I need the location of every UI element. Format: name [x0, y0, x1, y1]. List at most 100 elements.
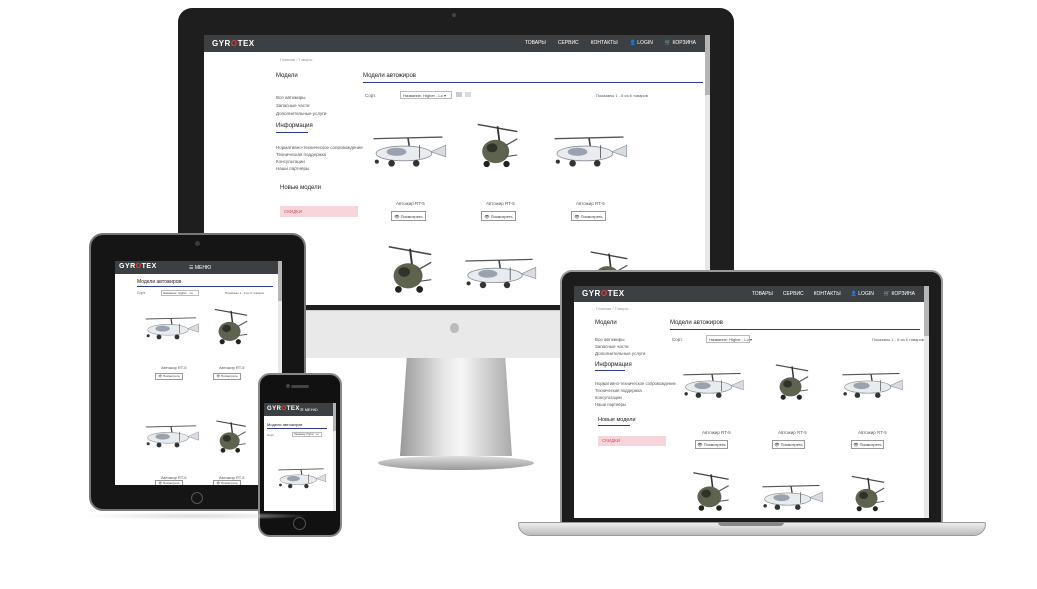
- sort-select[interactable]: Название: Higher - Lo ▾: [400, 91, 452, 99]
- product-name[interactable]: Автожир RT-5: [219, 365, 245, 370]
- title-underline: [137, 286, 273, 287]
- breadcrumb[interactable]: Главная / Товары: [280, 57, 312, 62]
- product-image[interactable]: [209, 305, 253, 349]
- sort-select[interactable]: Название: Higher - Lo: [161, 290, 199, 296]
- product-image[interactable]: [548, 130, 630, 172]
- menu-toggle-button[interactable]: ☰ МЕНЮ: [300, 407, 318, 412]
- sidebar-item[interactable]: Все автожиры: [595, 337, 625, 342]
- camera-dot: [195, 241, 200, 246]
- menu-toggle-button[interactable]: ☰ МЕНЮ: [189, 265, 211, 271]
- speaker-grille: [291, 385, 309, 388]
- product-name[interactable]: Автожир RT-5: [161, 365, 187, 370]
- breadcrumb[interactable]: Главная / Товары: [596, 306, 628, 311]
- scrollbar[interactable]: [705, 35, 710, 305]
- view-button[interactable]: 👁 Посмотреть: [481, 211, 516, 221]
- product-name[interactable]: Автожир RT-5: [396, 201, 425, 206]
- nav-login[interactable]: 👤 LOGIN: [851, 291, 874, 297]
- sort-label: Сорт.: [267, 433, 275, 437]
- sidebar-item[interactable]: Дополнительные услуги: [276, 111, 326, 116]
- monitor-stand: [378, 358, 534, 478]
- apple-logo-icon: [450, 323, 459, 333]
- phone-screen: GYROTEX ☰ МЕНЮ Модели автожиров Сорт. На…: [264, 403, 336, 511]
- view-button[interactable]: 👁 Посмотреть: [213, 480, 241, 485]
- sidebar-item[interactable]: Нормативно-техническое сопровождение: [595, 381, 676, 386]
- grid-view-icon[interactable]: [456, 92, 462, 97]
- nav-products[interactable]: ТОВАРЫ: [525, 40, 546, 46]
- divider: [276, 132, 308, 133]
- product-image[interactable]: [677, 368, 747, 402]
- product-name[interactable]: Автожир RT-5: [858, 430, 887, 435]
- scrollbar[interactable]: [924, 286, 929, 518]
- product-image[interactable]: [141, 421, 201, 451]
- product-image[interactable]: [686, 468, 736, 516]
- laptop-screen: GYROTEX ТОВАРЫ СЕРВИС КОНТАКТЫ 👤 LOGIN 🛒…: [574, 286, 929, 518]
- nav-products[interactable]: ТОВАРЫ: [752, 291, 773, 297]
- nav-login[interactable]: 👤 LOGIN: [630, 40, 653, 46]
- title-underline: [363, 82, 703, 83]
- sidebar-item[interactable]: Все автожиры: [276, 95, 306, 100]
- product-image[interactable]: [846, 472, 890, 516]
- sort-select[interactable]: Название: Higher - Lo: [292, 432, 322, 437]
- product-image[interactable]: [470, 119, 525, 173]
- nav-service[interactable]: СЕРВИС: [783, 291, 804, 297]
- nav-contacts[interactable]: КОНТАКТЫ: [814, 291, 841, 297]
- nav-cart[interactable]: 🛒 КОРЗИНА: [884, 291, 915, 297]
- product-image[interactable]: [367, 130, 449, 172]
- view-button[interactable]: 👁 Посмотреть: [571, 211, 606, 221]
- product-image[interactable]: [756, 480, 826, 514]
- site-logo[interactable]: GYROTEX: [582, 289, 625, 298]
- sidebar-item[interactable]: Запасные части: [276, 103, 310, 108]
- product-name[interactable]: Автожир RT-5: [486, 201, 515, 206]
- product-name[interactable]: Автожир RT-5: [702, 430, 731, 435]
- product-image[interactable]: [211, 417, 251, 457]
- view-button[interactable]: 👁 Посмотреть: [695, 440, 728, 449]
- sidebar-item[interactable]: Техническая поддержка: [595, 388, 642, 393]
- view-button[interactable]: 👁 Посмотреть: [851, 440, 884, 449]
- list-view-icon[interactable]: [465, 92, 471, 97]
- sort-label: Сорт.: [365, 93, 376, 98]
- view-button[interactable]: 👁 Посмотреть: [155, 373, 183, 380]
- scrollbar[interactable]: [333, 403, 336, 511]
- sidebar-item[interactable]: Дополнительные услуги: [595, 351, 645, 356]
- sidebar-item[interactable]: Наши партнёры: [595, 402, 626, 407]
- sidebar-item[interactable]: Консультации: [276, 159, 305, 164]
- content-title: Модели автожиров: [137, 279, 182, 285]
- divider: [598, 425, 630, 426]
- sidebar-item[interactable]: Нормативно-техническое сопровождение: [276, 145, 363, 150]
- nav-service[interactable]: СЕРВИС: [558, 40, 579, 46]
- sidebar-models-title: Модели: [595, 320, 617, 326]
- product-image[interactable]: [274, 463, 328, 493]
- product-name[interactable]: Автожир RT-5: [576, 201, 605, 206]
- product-image[interactable]: [458, 253, 540, 293]
- site-logo[interactable]: GYROTEX: [119, 263, 157, 270]
- nav-cart[interactable]: 🛒 КОРЗИНА: [665, 40, 696, 46]
- product-image[interactable]: [770, 360, 814, 405]
- sidebar-info-title: Информация: [595, 362, 632, 368]
- site-logo[interactable]: GYROTEX: [212, 39, 255, 48]
- site-header: GYROTEX ☰ МЕНЮ: [115, 261, 282, 274]
- view-button[interactable]: 👁 Посмотреть: [213, 373, 241, 380]
- view-button[interactable]: 👁 Посмотреть: [772, 440, 805, 449]
- product-image[interactable]: [141, 311, 201, 345]
- sidebar-item[interactable]: Запасные части: [595, 344, 629, 349]
- view-button[interactable]: 👁 Посмотреть: [391, 211, 426, 221]
- site-logo[interactable]: GYROTEX: [267, 406, 300, 412]
- sort-select[interactable]: Название: Higher - Lo ▾: [706, 335, 752, 343]
- title-underline: [670, 329, 920, 330]
- product-name[interactable]: Автожир RT-5: [778, 430, 807, 435]
- home-button[interactable]: [191, 492, 203, 504]
- sidebar-item[interactable]: Наши партнёры: [276, 166, 309, 171]
- sidebar-item[interactable]: Консультации: [595, 395, 622, 400]
- sale-badge[interactable]: СКИДКИ: [598, 436, 666, 446]
- content-title: Модели автожиров: [670, 320, 723, 326]
- site-header: GYROTEX ☰ МЕНЮ: [264, 403, 336, 416]
- site-header: GYROTEX ТОВАРЫ СЕРВИС КОНТАКТЫ 👤 LOGIN 🛒…: [574, 286, 929, 302]
- floor-shadow: [80, 512, 310, 520]
- nav-contacts[interactable]: КОНТАКТЫ: [591, 40, 618, 46]
- sale-badge[interactable]: СКИДКИ: [280, 206, 358, 217]
- sidebar-item[interactable]: Техническая поддержка: [276, 152, 326, 157]
- view-button[interactable]: 👁 Посмотреть: [155, 480, 183, 485]
- product-image[interactable]: [836, 368, 906, 402]
- sort-label: Сорт.: [137, 291, 146, 295]
- product-image[interactable]: [380, 241, 440, 299]
